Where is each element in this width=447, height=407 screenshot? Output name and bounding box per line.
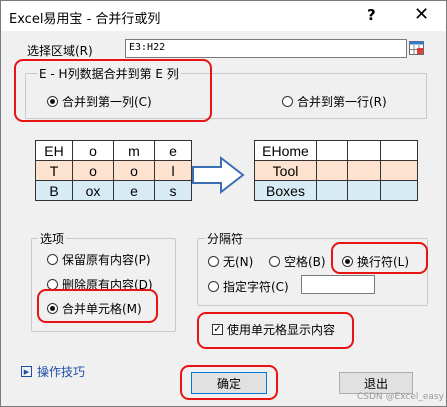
table-row: Tool bbox=[254, 160, 418, 181]
close-button[interactable]: ✕ bbox=[414, 4, 429, 25]
options-legend: 选项 bbox=[38, 230, 67, 247]
table-cell bbox=[316, 140, 348, 161]
table-row: B ox e s bbox=[35, 180, 192, 201]
preview-after-table: EHome Tool Boxes bbox=[254, 140, 418, 201]
table-cell: e bbox=[113, 180, 155, 201]
highlight-cell-display bbox=[197, 312, 354, 349]
title-bar: Excel易用宝 - 合并行或列 ? ✕ bbox=[1, 1, 446, 31]
preview-before-table: EH o m e T o o l B ox e s bbox=[35, 140, 192, 201]
table-row: EH o m e bbox=[35, 140, 192, 161]
separator-legend: 分隔符 bbox=[205, 230, 246, 247]
exit-button[interactable]: 退出 bbox=[339, 372, 413, 394]
radio-label: 空格(B) bbox=[284, 255, 326, 269]
table-cell: m bbox=[113, 140, 155, 161]
table-cell bbox=[316, 160, 348, 181]
table-cell bbox=[316, 180, 348, 201]
right-arrow-icon bbox=[191, 155, 245, 195]
table-cell: o bbox=[113, 160, 155, 181]
table-cell: T bbox=[35, 160, 73, 181]
table-cell bbox=[347, 140, 381, 161]
custom-separator-input[interactable] bbox=[301, 275, 375, 294]
highlight-ok bbox=[180, 365, 278, 400]
dialog-window: Excel易用宝 - 合并行或列 ? ✕ 选择区域(R) E3:H22 E - … bbox=[0, 0, 447, 407]
radio-dot bbox=[269, 256, 280, 267]
table-cell: e bbox=[154, 140, 192, 161]
table-row: EHome bbox=[254, 140, 418, 161]
radio-sep-custom[interactable]: 指定字符(C) bbox=[208, 278, 289, 295]
range-label: 选择区域(R) bbox=[27, 44, 93, 58]
table-row: T o o l bbox=[35, 160, 192, 181]
table-cell: EH bbox=[35, 140, 73, 161]
radio-dot bbox=[208, 281, 219, 292]
highlight-merge-target bbox=[14, 59, 212, 122]
table-cell: o bbox=[72, 160, 114, 181]
play-tri-icon: ▶ bbox=[21, 366, 32, 377]
table-cell: ox bbox=[72, 180, 114, 201]
radio-label: 保留原有内容(P) bbox=[62, 253, 151, 267]
range-input[interactable]: E3:H22 bbox=[125, 39, 407, 58]
table-cell bbox=[380, 180, 418, 201]
highlight-newline bbox=[331, 242, 428, 274]
tips-link[interactable]: ▶ 操作技巧 bbox=[21, 363, 85, 380]
radio-label: 无(N) bbox=[223, 255, 254, 269]
radio-sep-none[interactable]: 无(N) bbox=[208, 253, 253, 270]
window-title: Excel易用宝 - 合并行或列 bbox=[9, 12, 161, 27]
table-cell: EHome bbox=[254, 140, 317, 161]
radio-dot bbox=[208, 256, 219, 267]
table-row: Boxes bbox=[254, 180, 418, 201]
radio-dot bbox=[47, 254, 58, 265]
table-cell bbox=[347, 160, 381, 181]
help-button[interactable]: ? bbox=[367, 6, 376, 24]
radio-dot bbox=[282, 96, 293, 107]
table-cell: Tool bbox=[254, 160, 317, 181]
table-cell: B bbox=[35, 180, 73, 201]
watermark: CSDN @Excel_easy bbox=[357, 392, 444, 402]
highlight-merge-cells bbox=[37, 289, 158, 323]
table-cell: o bbox=[72, 140, 114, 161]
table-cell: Boxes bbox=[254, 180, 317, 201]
radio-label: 指定字符(C) bbox=[223, 280, 289, 294]
table-cell bbox=[380, 140, 418, 161]
table-cell bbox=[380, 160, 418, 181]
range-picker-icon[interactable] bbox=[409, 41, 424, 55]
table-cell: l bbox=[154, 160, 192, 181]
tips-label: 操作技巧 bbox=[37, 365, 86, 379]
table-cell bbox=[347, 180, 381, 201]
radio-label: 合并到第一行(R) bbox=[297, 95, 387, 109]
table-cell: s bbox=[154, 180, 192, 201]
radio-merge-first-row[interactable]: 合并到第一行(R) bbox=[282, 93, 387, 110]
radio-keep-content[interactable]: 保留原有内容(P) bbox=[47, 251, 151, 268]
radio-sep-space[interactable]: 空格(B) bbox=[269, 253, 326, 270]
